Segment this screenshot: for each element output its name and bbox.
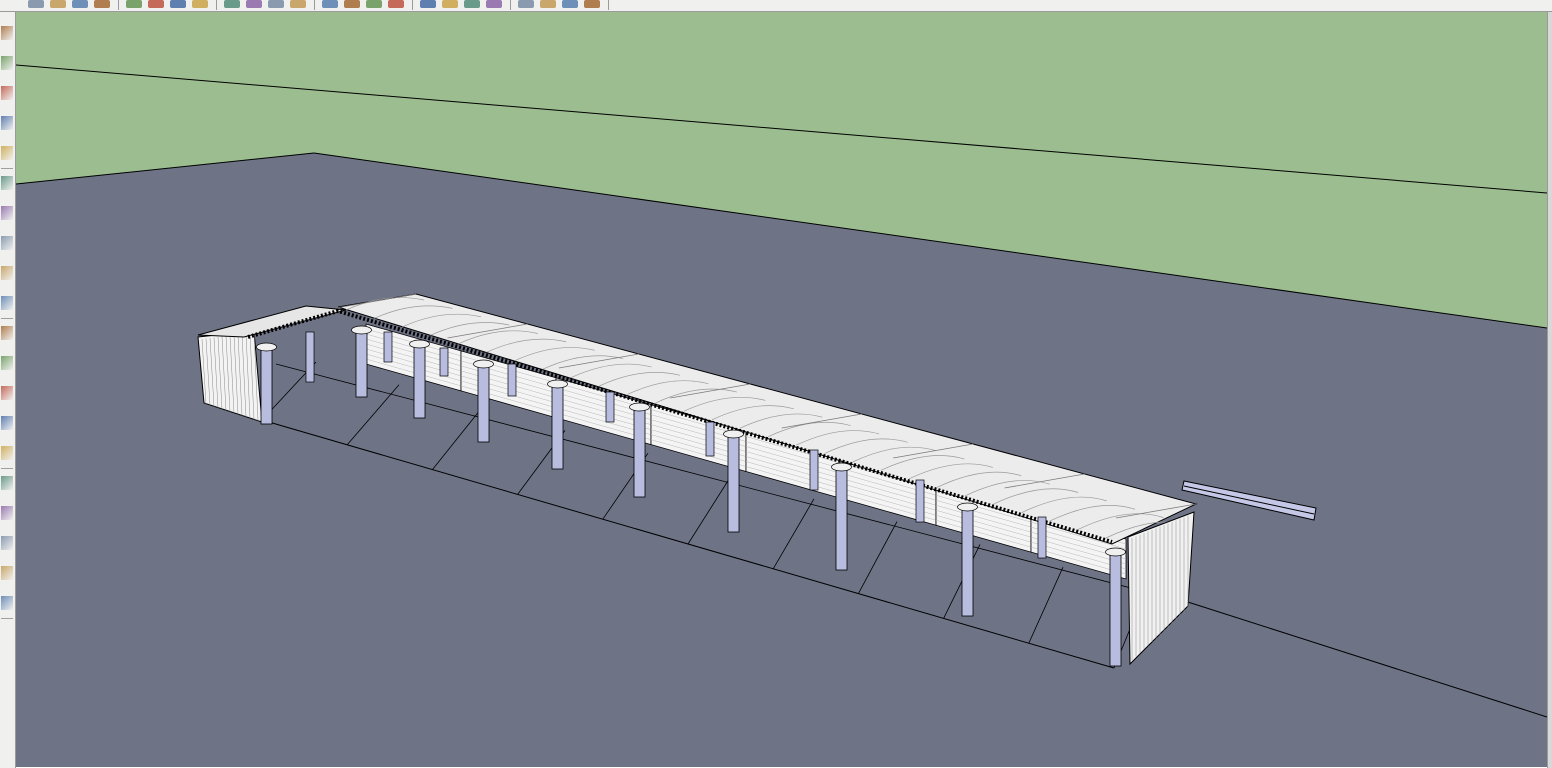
toolbar-separator bbox=[314, 0, 315, 10]
save-icon[interactable] bbox=[72, 0, 88, 8]
get-models-icon[interactable] bbox=[584, 0, 600, 8]
select-icon[interactable] bbox=[1, 26, 13, 40]
move-icon[interactable] bbox=[268, 0, 284, 8]
toolbar-separator bbox=[412, 0, 413, 10]
circle-icon[interactable] bbox=[1, 146, 13, 160]
sandbox-icon[interactable] bbox=[1, 566, 13, 580]
paint-bucket-icon[interactable] bbox=[170, 0, 186, 8]
column-capital bbox=[409, 339, 430, 349]
text-icon[interactable] bbox=[1, 326, 13, 340]
rectangle-icon[interactable] bbox=[192, 0, 208, 8]
support-column bbox=[413, 343, 426, 419]
drawing-toolbar bbox=[0, 12, 16, 768]
position-camera-icon[interactable] bbox=[540, 0, 556, 8]
add-location-icon[interactable] bbox=[562, 0, 578, 8]
column-capital bbox=[831, 462, 852, 472]
arc-icon[interactable] bbox=[1, 116, 13, 130]
zoom-icon[interactable] bbox=[388, 0, 404, 8]
column-capital bbox=[547, 379, 568, 389]
select-icon[interactable] bbox=[94, 0, 110, 8]
support-column bbox=[835, 466, 848, 571]
protractor-icon[interactable] bbox=[1, 356, 13, 370]
walk-icon[interactable] bbox=[486, 0, 502, 8]
component-icon[interactable] bbox=[1, 176, 13, 190]
tape-measure-icon[interactable] bbox=[322, 0, 338, 8]
make-component-icon[interactable] bbox=[126, 0, 142, 8]
dimension-icon[interactable] bbox=[1, 296, 13, 310]
support-column bbox=[1109, 551, 1122, 667]
window-right-border bbox=[1547, 12, 1552, 768]
column-capital bbox=[723, 429, 744, 439]
offset-icon[interactable] bbox=[1, 236, 13, 250]
pencil-icon[interactable] bbox=[1, 86, 13, 100]
line-icon[interactable] bbox=[224, 0, 240, 8]
orbit-icon[interactable] bbox=[344, 0, 360, 8]
scene-canvas[interactable] bbox=[16, 12, 1547, 767]
section-plane-icon[interactable] bbox=[1, 536, 13, 550]
toolbar-separator bbox=[510, 0, 511, 10]
file-icon[interactable] bbox=[28, 0, 44, 8]
main-toolbar bbox=[0, 0, 1552, 12]
rotate-icon[interactable] bbox=[290, 0, 306, 8]
rear-support-column bbox=[383, 331, 393, 363]
look-around-icon[interactable] bbox=[518, 0, 534, 8]
column-capital bbox=[957, 502, 978, 512]
toolbar-separator bbox=[1, 468, 13, 469]
axes-icon[interactable] bbox=[1, 266, 13, 280]
toolbar-separator bbox=[1, 618, 13, 619]
rear-support-column bbox=[439, 347, 449, 377]
toolbar-separator bbox=[608, 0, 609, 10]
rear-support-column bbox=[507, 363, 517, 397]
support-column bbox=[260, 346, 273, 425]
texture-icon[interactable] bbox=[1, 596, 13, 610]
support-column bbox=[355, 329, 368, 398]
eraser-icon[interactable] bbox=[148, 0, 164, 8]
toolbar-separator bbox=[1, 168, 13, 169]
column-capital bbox=[256, 342, 277, 352]
rear-support-column bbox=[705, 421, 715, 457]
paint-bucket-icon[interactable] bbox=[1, 206, 13, 220]
position-camera-icon[interactable] bbox=[1, 446, 13, 460]
column-capital bbox=[473, 359, 494, 369]
section-plane-icon[interactable] bbox=[420, 0, 436, 8]
support-column bbox=[551, 383, 564, 470]
support-column bbox=[477, 363, 490, 443]
support-column bbox=[961, 506, 974, 617]
styles-icon[interactable] bbox=[442, 0, 458, 8]
toolbar-separator bbox=[216, 0, 217, 10]
toolbar-separator bbox=[118, 0, 119, 10]
tape-measure-icon[interactable] bbox=[1, 386, 13, 400]
toolbar-separator bbox=[1, 318, 13, 319]
rear-support-column bbox=[915, 479, 925, 523]
zoom-icon[interactable] bbox=[1, 416, 13, 430]
column-capital bbox=[629, 402, 650, 412]
walk-icon[interactable] bbox=[1, 476, 13, 490]
support-column bbox=[633, 406, 646, 498]
model-viewport[interactable] bbox=[16, 12, 1547, 767]
column-capital bbox=[351, 325, 372, 335]
rear-support-column bbox=[605, 391, 615, 423]
open-icon[interactable] bbox=[50, 0, 66, 8]
rear-support-column bbox=[1037, 516, 1047, 559]
eraser-icon[interactable] bbox=[1, 56, 13, 70]
push-pull-icon[interactable] bbox=[246, 0, 262, 8]
shadow-icon[interactable] bbox=[464, 0, 480, 8]
rear-support-column bbox=[305, 331, 315, 383]
support-column bbox=[727, 433, 740, 533]
column-capital bbox=[1105, 547, 1126, 557]
pan-icon[interactable] bbox=[366, 0, 382, 8]
look-around-icon[interactable] bbox=[1, 506, 13, 520]
rear-support-column bbox=[809, 449, 819, 491]
